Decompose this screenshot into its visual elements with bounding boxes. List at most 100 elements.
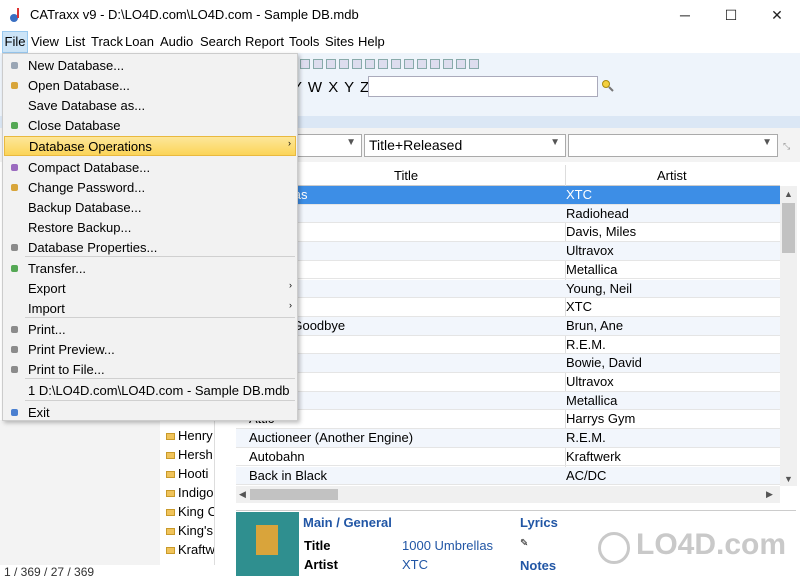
menu-list[interactable]: List xyxy=(65,34,85,49)
back-icon[interactable] xyxy=(313,58,323,69)
minimize-button[interactable]: ─ xyxy=(662,0,708,31)
column-header-title[interactable]: Title xyxy=(394,168,418,183)
menu-help[interactable]: Help xyxy=(358,34,385,49)
menu-item-print[interactable]: Print... xyxy=(4,320,296,340)
menu-search[interactable]: Search xyxy=(200,34,241,49)
scroll-up-icon[interactable]: ▲ xyxy=(784,189,793,199)
table-row[interactable]: Autobahn Kraftwerk xyxy=(236,448,780,467)
menu-item-new-database[interactable]: New Database... xyxy=(4,56,296,76)
menu-item-database-operations[interactable]: Database Operations › xyxy=(4,136,296,156)
find-icon[interactable] xyxy=(391,58,401,69)
tree-item[interactable]: Hooti xyxy=(166,466,208,481)
menu-item-save-database-as[interactable]: Save Database as... xyxy=(4,96,296,116)
zoom-icon[interactable] xyxy=(443,58,453,69)
table-row[interactable]: Metallica xyxy=(236,261,780,280)
tree-item[interactable]: Henry xyxy=(166,428,213,443)
menu-item-compact-database[interactable]: Compact Database... xyxy=(4,158,296,178)
menu-item-print-to-file[interactable]: Print to File... xyxy=(4,360,296,380)
menu-loan[interactable]: Loan xyxy=(125,34,154,49)
menu-tools[interactable]: Tools xyxy=(289,34,319,49)
list-view-select[interactable]: ▼ xyxy=(296,134,362,157)
table-row[interactable]: eUltravox xyxy=(236,373,780,392)
filter-select[interactable]: ▼ xyxy=(568,134,778,157)
report-icon[interactable] xyxy=(404,58,414,69)
undo-icon[interactable] xyxy=(456,58,466,69)
menu-item-open-database[interactable]: Open Database... xyxy=(4,76,296,96)
table-row[interactable]: nyMetallica xyxy=(236,391,780,411)
submenu-arrow-icon: › xyxy=(288,138,291,148)
tree-item[interactable]: King C xyxy=(166,504,214,519)
quick-search-input[interactable] xyxy=(368,76,598,97)
tree-item[interactable]: Indigo xyxy=(166,485,213,500)
scroll-down-icon[interactable]: ▼ xyxy=(784,474,793,484)
menu-item-restore-backup[interactable]: Restore Backup... xyxy=(4,218,296,238)
edit-icon[interactable]: ✎ xyxy=(520,538,528,549)
tab-lyrics[interactable]: Lyrics xyxy=(520,515,558,530)
sort-select[interactable]: Title+Released ▼ xyxy=(364,134,566,157)
menu-item-print-preview[interactable]: Print Preview... xyxy=(4,340,296,360)
maximize-button[interactable]: ☐ xyxy=(708,0,754,31)
scroll-left-icon[interactable]: ◀ xyxy=(239,489,246,500)
table-row[interactable]: AtticHarrys Gym xyxy=(236,410,780,430)
menu-track[interactable]: Track xyxy=(91,34,123,49)
table-row[interactable]: LoveR.E.M. xyxy=(236,336,780,355)
table-row[interactable]: AshesBowie, David xyxy=(236,354,780,373)
redo-icon[interactable] xyxy=(469,58,479,69)
table-row[interactable]: Back in Black AC/DC xyxy=(236,466,780,485)
table-row[interactable]: Auctioneer (Another Engine) R.E.M. xyxy=(236,429,780,448)
chevron-down-icon: ▼ xyxy=(550,137,560,148)
scroll-right-icon[interactable]: ▶ xyxy=(766,489,773,500)
table-row[interactable]: Radiohead xyxy=(236,204,780,224)
menu-item-database-properties[interactable]: Database Properties... xyxy=(4,238,296,258)
alphabet-index[interactable]: Y W X Y Z xyxy=(292,79,370,96)
close-button[interactable]: ✕ xyxy=(754,0,800,31)
table-row[interactable]: UmbrellasXTC xyxy=(236,186,780,205)
chevron-down-icon: ▼ xyxy=(346,137,356,148)
tree-item[interactable]: Kraftw xyxy=(166,542,214,557)
tree-item[interactable]: King's xyxy=(166,523,213,538)
image-icon[interactable] xyxy=(417,58,427,69)
forward-icon[interactable] xyxy=(326,58,336,69)
table-row[interactable]: StillUltravox xyxy=(236,242,780,261)
cell-artist: Davis, Miles xyxy=(566,224,637,240)
artist-value[interactable]: XTC xyxy=(402,557,428,572)
table-row[interactable]: Davis, Miles xyxy=(236,223,780,243)
title-label: Title xyxy=(304,538,331,553)
submenu-arrow-icon: › xyxy=(289,300,292,310)
menu-item-import[interactable]: Import › xyxy=(4,299,296,319)
table-row[interactable]: SatelliteXTC xyxy=(236,298,780,317)
menu-item-close-database[interactable]: Close Database xyxy=(4,116,296,136)
menu-item-backup-database[interactable]: Backup Database... xyxy=(4,198,296,218)
clear-filter-icon[interactable]: ⤡ xyxy=(783,141,790,152)
last-icon[interactable] xyxy=(352,58,362,69)
menu-sites[interactable]: Sites xyxy=(325,34,354,49)
track-table[interactable]: Title Artist UmbrellasXTCRadiohead Davis,… xyxy=(236,165,780,485)
menu-item-1-d-lo4d-com-lo4d-com-sample-db-mdb[interactable]: 1 D:\LO4D.com\LO4D.com - Sample DB.mdb xyxy=(4,381,296,401)
search-icon[interactable] xyxy=(601,79,615,93)
folder-icon xyxy=(166,509,175,517)
menu-item-transfer[interactable]: Transfer... xyxy=(4,259,296,279)
horizontal-scroll-thumb[interactable] xyxy=(250,489,338,500)
tab-main-general[interactable]: Main / General xyxy=(303,515,392,530)
sum-icon[interactable] xyxy=(430,58,440,69)
edit-icon[interactable] xyxy=(300,58,310,69)
column-header-artist[interactable]: Artist xyxy=(657,168,687,183)
title-value[interactable]: 1000 Umbrellas xyxy=(402,538,493,553)
first-icon[interactable] xyxy=(339,58,349,69)
vertical-scroll-thumb[interactable] xyxy=(782,203,795,253)
menu-file[interactable]: File xyxy=(2,31,28,53)
filter-icon[interactable] xyxy=(378,58,388,69)
menu-item-icon xyxy=(11,62,18,69)
menu-item-export[interactable]: Export › xyxy=(4,279,296,299)
menu-item-label: Database Operations xyxy=(29,139,152,154)
menu-item-exit[interactable]: Exit xyxy=(4,403,296,423)
menu-report[interactable]: Report xyxy=(245,34,284,49)
folder-tree[interactable]: Henry Hersh Hooti Indigo King C King's K… xyxy=(160,420,215,565)
table-row[interactable]: orldYoung, Neil xyxy=(236,279,780,299)
tree-item[interactable]: Hersh xyxy=(166,447,213,462)
table-row[interactable]: Saying GoodbyeBrun, Ane xyxy=(236,316,780,336)
view-icon[interactable] xyxy=(365,58,375,69)
menu-item-change-password[interactable]: Change Password... xyxy=(4,178,296,198)
menu-audio[interactable]: Audio xyxy=(160,34,193,49)
menu-view[interactable]: View xyxy=(31,34,59,49)
